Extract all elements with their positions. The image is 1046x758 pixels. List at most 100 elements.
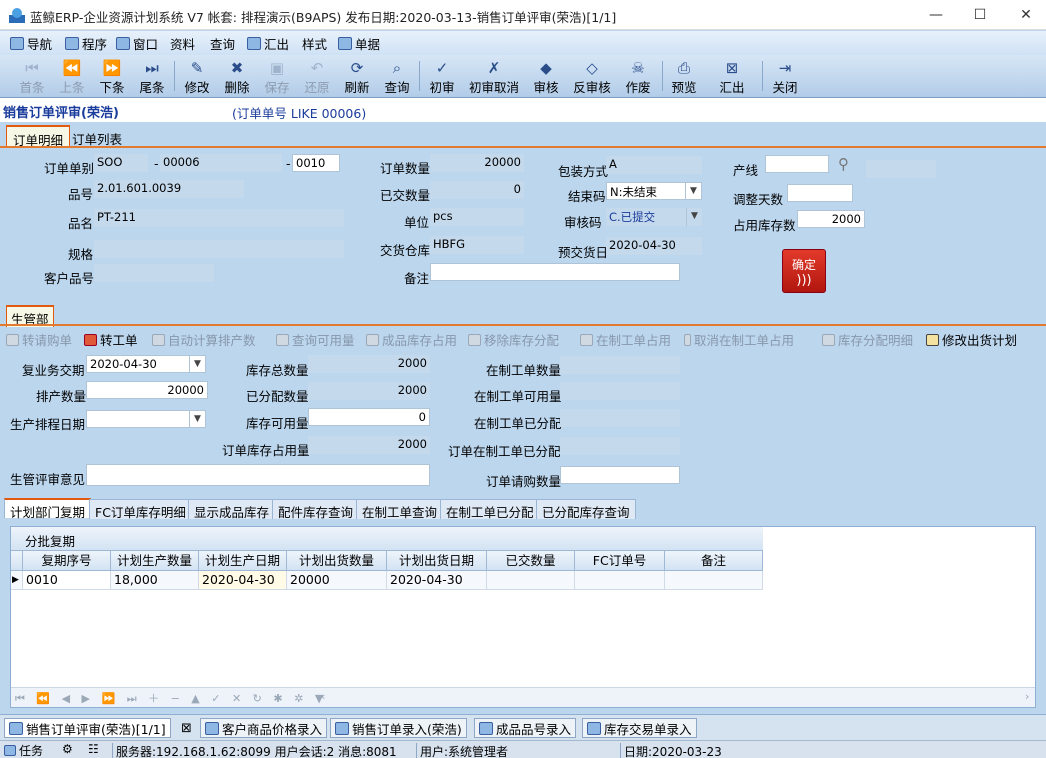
query-available-button[interactable]: 查询可用量	[276, 330, 355, 349]
schedule-qty-field[interactable]: 20000	[86, 381, 208, 399]
menu-query[interactable]: 查询	[210, 35, 235, 52]
task-tab[interactable]: 客户商品价格录入	[200, 718, 328, 738]
scroll-right-icon[interactable]: ›	[1025, 690, 1029, 703]
adjust-days-field[interactable]	[787, 184, 853, 202]
scroll-left-icon[interactable]: ‹	[321, 690, 325, 703]
tab-plan-reschedule[interactable]: 计划部门复期	[4, 498, 92, 520]
grid-cell[interactable]: 0010	[23, 571, 111, 590]
grid-cell[interactable]: 2020-04-30	[387, 571, 487, 590]
grid-column-header[interactable]: 备注	[665, 551, 763, 571]
to-purchase-button[interactable]: 转请购单	[6, 330, 72, 349]
chevron-down-icon[interactable]: ▼	[189, 411, 205, 427]
grid-cell[interactable]: 2020-04-30	[199, 571, 287, 590]
wip-available-field[interactable]	[560, 382, 680, 400]
tab-parts-stock[interactable]: 配件库存查询	[272, 499, 360, 520]
cancel-first-review-button[interactable]: ✗ 初审取消	[466, 59, 522, 95]
close-button[interactable]: ⇥ 关闭	[765, 59, 805, 95]
tools-icon[interactable]: ⚙	[62, 742, 73, 756]
eta-field[interactable]: 2020-04-30	[606, 237, 702, 255]
grid-cell[interactable]	[575, 571, 665, 590]
unit-field[interactable]: pcs	[430, 208, 524, 226]
delete-button[interactable]: ✖ 删除	[217, 59, 257, 95]
allocated-qty-field[interactable]: 2000	[308, 382, 430, 400]
grid-cell[interactable]	[665, 571, 763, 590]
item-name-field[interactable]: PT-211	[94, 209, 344, 227]
close-code-select[interactable]: N:未结束 ▼	[606, 182, 702, 200]
tab-wip-query[interactable]: 在制工单查询	[356, 499, 444, 520]
tree-icon[interactable]: ☷	[88, 742, 99, 756]
order-qty-field[interactable]: 20000	[430, 154, 524, 172]
lookup-icon[interactable]: ⚲	[838, 155, 858, 175]
task-tab[interactable]: 库存交易单录入	[582, 718, 697, 738]
stock-used-field[interactable]: 2000	[797, 210, 865, 228]
order-type-field[interactable]: SOO	[94, 154, 148, 172]
purchase-qty-field[interactable]	[560, 466, 680, 484]
auto-calc-button[interactable]: 自动计算排产数	[152, 330, 256, 349]
task-tab[interactable]: 成品品号录入	[474, 718, 577, 738]
menu-export[interactable]: 汇出	[247, 35, 289, 52]
remark-field[interactable]	[430, 263, 680, 281]
schedule-date-select[interactable]: ▼	[86, 410, 206, 428]
modify-shipment-plan-button[interactable]: 修改出货计划	[926, 330, 1017, 349]
tab-fg-stock[interactable]: 显示成品库存	[188, 499, 276, 520]
task-tab[interactable]: 销售订单录入(荣浩)	[330, 718, 467, 738]
save-button[interactable]: ▣ 保存	[257, 59, 297, 95]
next-record-button[interactable]: ⏩ 下条	[92, 59, 132, 95]
allocation-detail-button[interactable]: 库存分配明细	[822, 330, 913, 349]
tab-order-list[interactable]: 订单列表	[66, 126, 128, 148]
to-work-order-button[interactable]: 转工单	[84, 330, 138, 349]
grid-cell[interactable]	[487, 571, 575, 590]
grid-column-header[interactable]: 计划生产数量	[111, 551, 199, 571]
query-button[interactable]: ⌕ 查询	[377, 59, 417, 95]
tab-order-detail[interactable]: 订单明细	[6, 125, 71, 148]
navigator-buttons-icon[interactable]: ⏮ ⏪ ◀ ▶ ⏩ ⏭ ＋ − ▲ ✓ ✕ ↻ ✱ ✲ ▼	[15, 690, 327, 706]
chevron-down-icon[interactable]: ▼	[686, 208, 702, 226]
stock-total-field[interactable]: 2000	[308, 355, 430, 373]
grid-column-header[interactable]: 已交数量	[487, 551, 575, 571]
audit-code-select[interactable]: C.已提交 ▼	[606, 208, 702, 226]
wip-allocated-field[interactable]	[560, 409, 680, 427]
export-button[interactable]: ⊠ 汇出	[712, 59, 752, 95]
chevron-down-icon[interactable]: ▼	[189, 356, 205, 372]
fg-stock-occupy-button[interactable]: 成品库存占用	[366, 330, 457, 349]
order-line-field[interactable]: 0010	[292, 154, 340, 172]
remove-allocation-button[interactable]: 移除库存分配	[468, 330, 559, 349]
available-qty-field[interactable]: 0	[308, 408, 430, 426]
edit-button[interactable]: ✎ 修改	[177, 59, 217, 95]
confirm-button[interactable]: 确定 )))	[782, 249, 826, 293]
menu-style[interactable]: 样式	[302, 35, 327, 52]
grid-column-header[interactable]: 计划生产日期	[199, 551, 287, 571]
spec-field[interactable]	[94, 240, 344, 258]
maximize-button[interactable]: ☐	[970, 5, 990, 25]
grid-cell[interactable]: 20000	[287, 571, 387, 590]
reply-date-select[interactable]: 2020-04-30 ▼	[86, 355, 206, 373]
prev-record-button[interactable]: ⏪ 上条	[52, 59, 92, 95]
last-record-button[interactable]: ⏭ 尾条	[132, 59, 172, 95]
grid-column-header[interactable]: FC订单号	[575, 551, 665, 571]
customer-item-field[interactable]	[94, 264, 214, 282]
menu-data[interactable]: 资料	[170, 35, 195, 52]
preview-button[interactable]: ⎙ 预览	[664, 59, 704, 95]
unaudit-button[interactable]: ◇ 反审核	[568, 59, 616, 95]
minimize-button[interactable]: —	[926, 5, 946, 25]
cancel-wip-occupy-button[interactable]: 取消在制工单占用	[684, 330, 794, 349]
wip-qty-field[interactable]	[560, 356, 680, 374]
task-tab-active[interactable]: 销售订单评审(荣浩)[1/1]	[4, 718, 171, 738]
opinion-field[interactable]	[86, 464, 430, 486]
menu-window[interactable]: 窗口	[116, 35, 158, 52]
close-window-button[interactable]: ✕	[1016, 5, 1036, 25]
grid-cell[interactable]: 18,000	[111, 571, 199, 590]
order-wip-field[interactable]	[560, 437, 680, 455]
delivered-qty-field[interactable]: 0	[430, 181, 524, 199]
grid-column-header[interactable]: 复期序号	[23, 551, 111, 571]
menu-program[interactable]: 程序	[65, 35, 107, 52]
tab-fc-stock[interactable]: FC订单库存明细	[89, 499, 192, 520]
warehouse-field[interactable]: HBFG	[430, 236, 524, 254]
chevron-down-icon[interactable]: ▼	[685, 183, 701, 199]
close-tab-icon[interactable]: ⊠	[181, 721, 192, 736]
menu-document[interactable]: 单据	[338, 35, 380, 52]
refresh-button[interactable]: ⟳ 刷新	[337, 59, 377, 95]
void-button[interactable]: ☠ 作废	[618, 59, 658, 95]
pack-field[interactable]: A	[606, 156, 702, 174]
audit-button[interactable]: ◆ 审核	[526, 59, 566, 95]
